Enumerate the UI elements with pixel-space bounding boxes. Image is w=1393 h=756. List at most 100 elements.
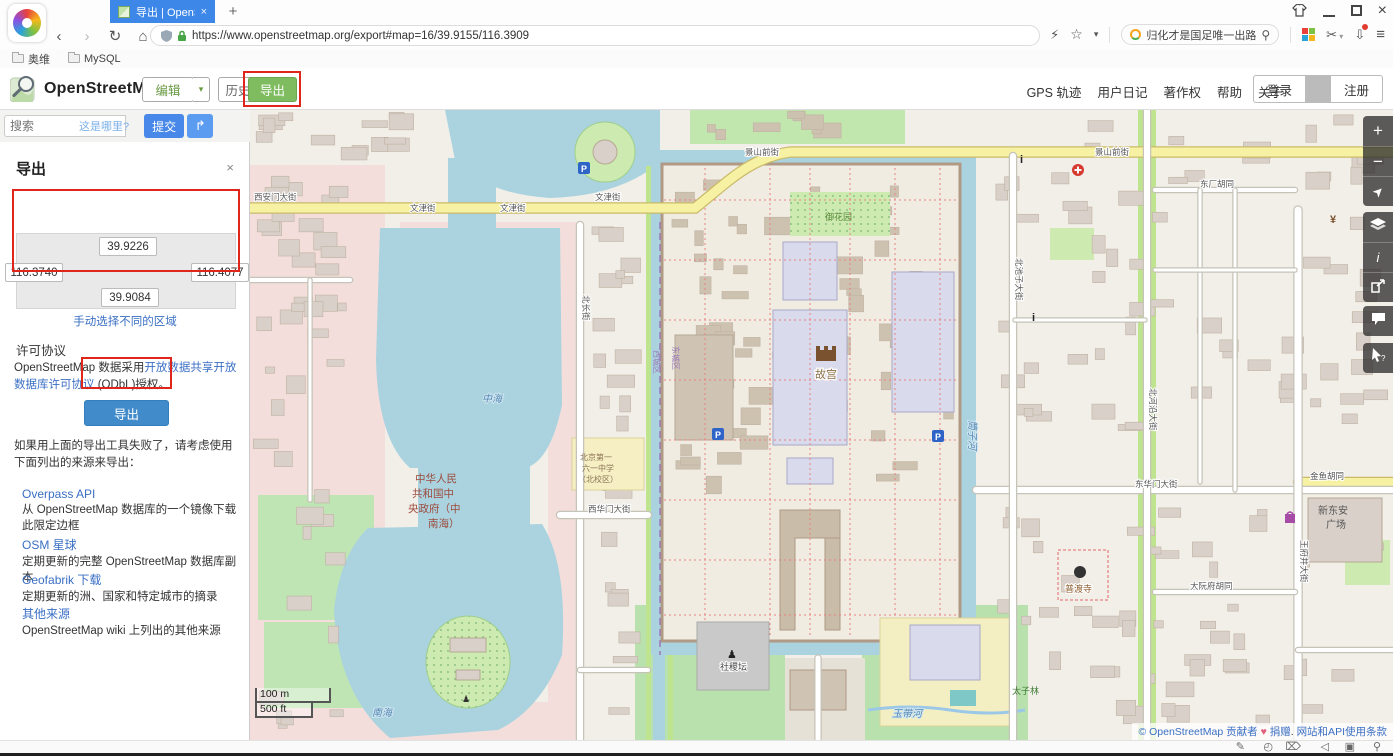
query-control: ? bbox=[1363, 343, 1393, 373]
flash-icon[interactable]: ⚡ bbox=[1050, 27, 1059, 43]
nav-copyright[interactable]: 著作权 bbox=[1163, 82, 1201, 101]
map-label-gugong: 故宫 bbox=[815, 367, 837, 381]
bbox-south-input[interactable] bbox=[101, 288, 159, 307]
panel-title: 导出 bbox=[16, 158, 46, 179]
svg-text:?: ? bbox=[1381, 354, 1386, 363]
zoom-control: + − ➤ bbox=[1363, 116, 1393, 206]
svg-text:北京第一: 北京第一 bbox=[580, 452, 612, 462]
attribution-copyright-link[interactable]: © OpenStreetMap 贡献者 bbox=[1138, 726, 1257, 738]
minimize-button[interactable] bbox=[1323, 5, 1335, 17]
nav-user-diaries[interactable]: 用户日记 bbox=[1097, 82, 1147, 101]
scale-bar: 100 m 500 ft bbox=[255, 688, 331, 718]
map-label-road: 王府井大街 bbox=[1299, 540, 1309, 583]
map-label-road: 东华门大街 bbox=[1135, 479, 1178, 489]
window-icon[interactable]: ▣ bbox=[1345, 740, 1355, 753]
forward-icon[interactable]: › bbox=[78, 28, 96, 45]
skin-icon[interactable] bbox=[1292, 4, 1307, 17]
search-submit-button[interactable]: 提交 bbox=[144, 114, 184, 138]
nav-gps-traces[interactable]: GPS 轨迹 bbox=[1027, 82, 1082, 101]
browser-tab[interactable]: 导出 | OpenStreetMap × bbox=[110, 0, 215, 23]
manual-select-link[interactable]: 手动选择不同的区域 bbox=[0, 313, 250, 329]
share-icon bbox=[1371, 279, 1386, 293]
signup-button[interactable]: 注册 bbox=[1331, 80, 1382, 99]
map-info-button[interactable]: i bbox=[1363, 242, 1393, 272]
edit-button[interactable]: 编辑 bbox=[142, 77, 194, 102]
browser-status-bar: ✎ ◴ ⌦ ◁ ▣ ⚲ bbox=[0, 740, 1393, 753]
download-icon[interactable]: ⇩ bbox=[1354, 27, 1365, 43]
maximize-button[interactable] bbox=[1351, 5, 1362, 16]
directions-button[interactable]: ↱ bbox=[187, 114, 213, 138]
svg-text:P: P bbox=[715, 430, 721, 440]
back-icon[interactable]: ‹ bbox=[50, 28, 68, 45]
scale-meters: 100 m bbox=[255, 688, 331, 703]
bbox-east-input[interactable] bbox=[191, 263, 249, 282]
map-label-road: 大阮府胡同 bbox=[1190, 581, 1233, 591]
map-label-taizilin: 太子林 bbox=[1012, 685, 1039, 696]
clock-icon[interactable]: ◴ bbox=[1263, 740, 1273, 753]
svg-text:六一中学: 六一中学 bbox=[582, 463, 614, 473]
fallback-intro: 如果用上面的导出工具失败了，请考虑使用下面列出的来源来导出： bbox=[14, 438, 240, 473]
donate-link[interactable]: 捐赠 bbox=[1270, 726, 1291, 738]
query-cursor-icon: ? bbox=[1370, 348, 1386, 363]
share-button[interactable] bbox=[1363, 272, 1393, 302]
layers-button[interactable] bbox=[1363, 212, 1393, 242]
bbox-north-input[interactable] bbox=[99, 237, 157, 256]
zoom-in-button[interactable]: + bbox=[1363, 116, 1393, 146]
address-bar[interactable]: https://www.openstreetmap.org/export#map… bbox=[150, 25, 1040, 46]
query-features-button[interactable]: ? bbox=[1363, 343, 1393, 373]
hospital-icon bbox=[1072, 164, 1084, 176]
edit-icon[interactable]: ✎ bbox=[1236, 740, 1245, 753]
source-link-overpass[interactable]: Overpass API bbox=[22, 487, 240, 501]
bookmarks-bar: 奥维 MySQL bbox=[0, 49, 1393, 68]
search-icon[interactable]: ⚲ bbox=[1373, 740, 1381, 753]
source-link-other[interactable]: 其他来源 bbox=[22, 605, 240, 622]
lock-icon bbox=[177, 30, 187, 42]
browser-logo[interactable] bbox=[8, 4, 46, 42]
svg-text:P: P bbox=[581, 164, 587, 174]
chevron-down-icon[interactable]: ▾ bbox=[1094, 29, 1099, 40]
osm-sidebar: 这是哪里? 提交 ↱ 导出 × 手动选择不同的区域 许可协议 OpenStree… bbox=[0, 110, 250, 740]
folder-icon bbox=[12, 54, 24, 63]
map-label-road: 文津街 bbox=[595, 192, 621, 202]
bookmark-item[interactable]: MySQL bbox=[68, 53, 121, 65]
license-paragraph: OpenStreetMap 数据采用开放数据共享开放数据库许可协议 (ODbL)… bbox=[14, 360, 238, 393]
note-bubble-icon bbox=[1371, 312, 1386, 326]
map-label-road: 东厂胡同 bbox=[1200, 179, 1234, 189]
login-button[interactable]: 登录 bbox=[1254, 80, 1305, 99]
trash-icon[interactable]: ⌦ bbox=[1285, 740, 1301, 753]
map-canvas[interactable]: 景山前街 景山前街 文津街 文津街 文津街 西安门大街 北长街 西华门大街 东华… bbox=[250, 110, 1393, 740]
source-link-geofabrik[interactable]: Geofabrik 下载 bbox=[22, 571, 240, 588]
svg-text:央政府（中: 央政府（中 bbox=[408, 502, 461, 515]
screenshot-scissors-icon[interactable]: ✂ ▾ bbox=[1326, 27, 1343, 43]
close-button[interactable]: × bbox=[1378, 5, 1387, 17]
locate-button[interactable]: ➤ bbox=[1363, 176, 1393, 206]
bookmark-item[interactable]: 奥维 bbox=[12, 51, 50, 67]
apps-grid-icon[interactable] bbox=[1302, 28, 1315, 41]
zoom-out-button[interactable]: − bbox=[1363, 146, 1393, 176]
scale-feet: 500 ft bbox=[255, 703, 313, 718]
terms-link[interactable]: 网站和API使用条款 bbox=[1297, 726, 1387, 738]
new-tab-button[interactable]: + bbox=[222, 2, 244, 22]
export-tab-button[interactable]: 导出 bbox=[248, 77, 297, 102]
browser-search-box[interactable]: 归化才是国足唯一出路 ⚲ bbox=[1121, 24, 1279, 45]
temple-icon bbox=[1074, 566, 1086, 578]
info-icon: i bbox=[1032, 312, 1035, 324]
osm-logo-icon bbox=[10, 75, 37, 102]
volume-icon[interactable]: ◁ bbox=[1321, 740, 1329, 753]
where-am-i-link[interactable]: 这是哪里? bbox=[79, 118, 129, 134]
tab-bar: 导出 | OpenStreetMap × + bbox=[0, 0, 1393, 23]
panel-close-icon[interactable]: × bbox=[226, 160, 234, 175]
refresh-icon[interactable]: ↻ bbox=[106, 27, 124, 45]
map-label-temple: 普渡寺 bbox=[1065, 583, 1092, 594]
menu-hamburger-icon[interactable]: ≡ bbox=[1376, 26, 1385, 43]
magnifier-icon[interactable]: ⚲ bbox=[1261, 28, 1270, 42]
bookmark-star-icon[interactable]: ☆ bbox=[1070, 26, 1083, 43]
source-link-osm-planet[interactable]: OSM 星球 bbox=[22, 536, 240, 553]
add-note-button[interactable] bbox=[1363, 306, 1393, 336]
search-engine-icon bbox=[1130, 29, 1141, 40]
nav-help[interactable]: 帮助 bbox=[1217, 82, 1242, 101]
bbox-west-input[interactable] bbox=[5, 263, 63, 282]
export-button[interactable]: 导出 bbox=[84, 400, 169, 426]
tab-close-icon[interactable]: × bbox=[201, 6, 207, 18]
edit-dropdown-caret-icon[interactable]: ▾ bbox=[193, 77, 210, 102]
